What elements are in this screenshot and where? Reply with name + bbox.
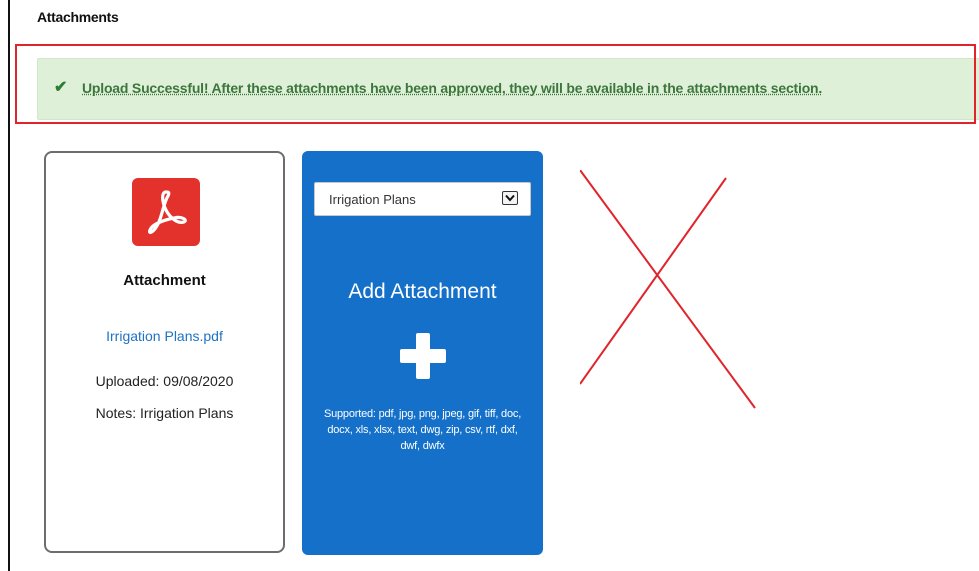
acrobat-logo-icon xyxy=(148,190,187,234)
attachment-file-link[interactable]: Irrigation Plans.pdf xyxy=(46,328,283,344)
category-select-value: Irrigation Plans xyxy=(329,192,416,207)
add-attachment-title[interactable]: Add Attachment xyxy=(302,280,543,304)
annotation-highlight-box xyxy=(15,44,976,124)
pdf-icon[interactable] xyxy=(132,178,200,246)
section-title: Attachments xyxy=(37,9,119,25)
attachment-uploaded-date: Uploaded: 09/08/2020 xyxy=(95,373,234,389)
left-border-line xyxy=(8,0,10,571)
red-x-annotation xyxy=(580,170,756,409)
add-attachment-card[interactable]: Irrigation Plans Add Attachment Supporte… xyxy=(302,151,543,555)
chevron-down-icon[interactable] xyxy=(502,191,518,205)
attachment-category-select[interactable]: Irrigation Plans xyxy=(314,182,531,216)
attachment-card: Attachment Irrigation Plans.pdf Uploaded… xyxy=(44,151,285,553)
attachment-title: Attachment xyxy=(123,272,206,289)
attachment-notes: Notes: Irrigation Plans xyxy=(95,405,234,421)
supported-file-types: Supported: pdf, jpg, png, jpeg, gif, tif… xyxy=(323,408,522,452)
plus-icon[interactable] xyxy=(400,333,446,379)
